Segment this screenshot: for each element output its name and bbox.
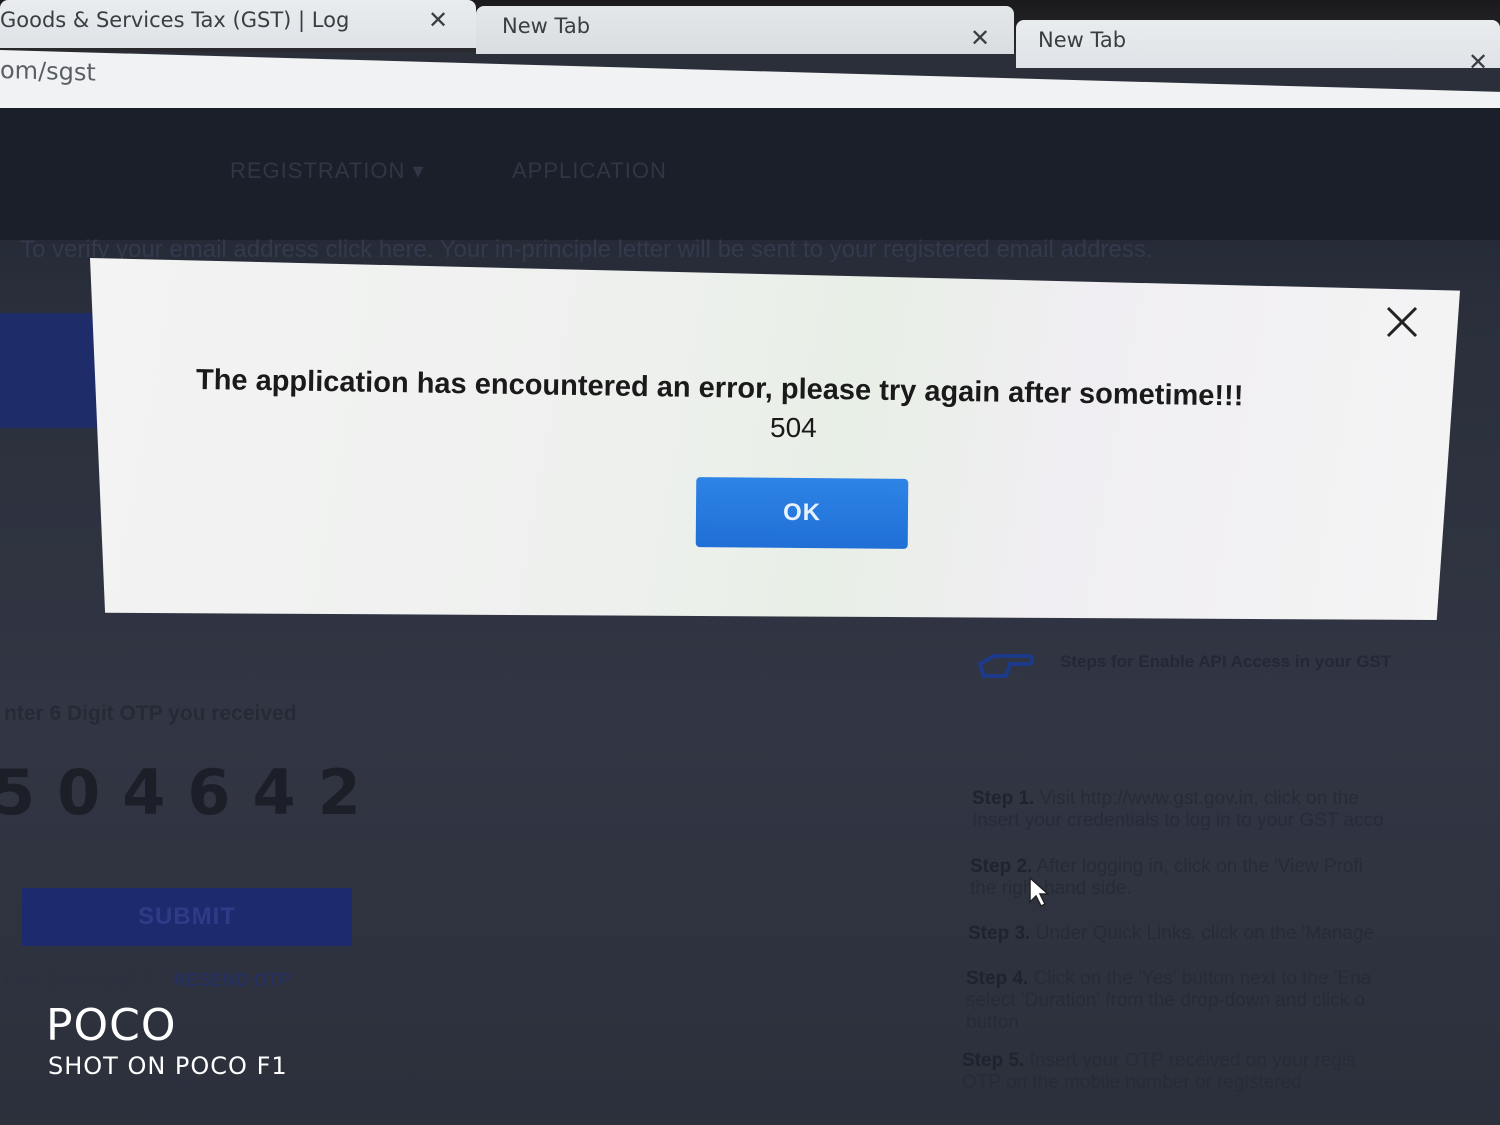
error-dialog: The application has encountered an error… [90, 258, 1460, 620]
otp-not-received: t received yet ? RESEND OTP [4, 966, 290, 992]
step-text: Insert your OTP received on your regis [1029, 1050, 1356, 1071]
mouse-cursor-icon [1029, 876, 1050, 908]
step-label: Step 4. [966, 968, 1029, 989]
nav-registration: REGISTRATION ▾ [230, 158, 425, 183]
otp-label: nter 6 Digit OTP you received [4, 702, 297, 725]
browser-tab-new-1[interactable]: New Tab ✕ [476, 6, 1014, 54]
step-text: Visit http://www.gst.gov.in, click on th… [1039, 788, 1359, 809]
tab-title: New Tab [502, 14, 591, 38]
top-navigation: REGISTRATION ▾ APPLICATION [0, 108, 1500, 240]
browser-tab-bar: Goods & Services Tax (GST) | Log ✕ New T… [0, 0, 1500, 76]
close-tab-icon[interactable]: ✕ [970, 24, 990, 52]
tab-title: New Tab [1038, 28, 1127, 52]
step-label: Step 5. [962, 1050, 1025, 1071]
error-code: 504 [770, 412, 817, 443]
steps-title: Steps for Enable API Access in your GST [1060, 652, 1392, 671]
verify-email-text: To verify your email address click here.… [20, 236, 1153, 263]
submit-button: SUBMIT [22, 888, 352, 946]
close-tab-icon[interactable]: ✕ [428, 6, 448, 34]
step-5: Step 5. Insert your OTP received on your… [962, 1050, 1500, 1094]
step-1: Step 1. Visit http://www.gst.gov.in, cli… [972, 788, 1500, 832]
step-label: Step 1. [972, 788, 1035, 809]
step-4: Step 4. Click on the 'Yes' button next t… [966, 968, 1500, 1034]
side-panel [0, 313, 100, 428]
resend-otp-link: RESEND OTP [173, 970, 291, 990]
not-received-text: t received yet ? [4, 966, 154, 991]
tab-title: Goods & Services Tax (GST) | Log [0, 8, 350, 32]
step-text: Under Quick Links, click on the 'Manage [1035, 923, 1374, 944]
browser-tab-new-2[interactable]: New Tab ✕ [1016, 20, 1500, 76]
otp-value: 504642 [0, 756, 383, 829]
close-icon[interactable] [1382, 302, 1422, 342]
error-message: The application has encountered an error… [195, 364, 1244, 413]
camera-watermark-brand: POCO [46, 1000, 177, 1051]
step-text-line2: OTP on the mobile number or registered [962, 1072, 1302, 1093]
step-3: Step 3. Under Quick Links, click on the … [968, 923, 1500, 945]
url-text[interactable]: om/sgst [0, 56, 96, 87]
step-text: Click on the 'Yes' button next to the 'E… [1033, 968, 1372, 989]
browser-tab-gst[interactable]: Goods & Services Tax (GST) | Log ✕ [0, 0, 476, 48]
step-text-line2: Insert your credentials to log in to you… [972, 810, 1384, 831]
pointing-hand-icon [977, 654, 1034, 678]
ok-button[interactable]: OK [695, 477, 909, 549]
click-here-link: click here [150, 1098, 235, 1120]
step-label: Step 3. [968, 923, 1031, 944]
close-tab-icon[interactable]: ✕ [1468, 48, 1488, 76]
step-text-line2: select 'Duration' from the drop-down and… [966, 990, 1366, 1011]
nav-application: APPLICATION [512, 158, 667, 183]
camera-watermark-subtitle: SHOT ON POCO F1 [48, 1052, 288, 1080]
step-label: Step 2. [970, 856, 1033, 877]
step-text: After logging in, click on the 'View Pro… [1036, 856, 1363, 877]
step-text-line3: button [966, 1012, 1019, 1033]
